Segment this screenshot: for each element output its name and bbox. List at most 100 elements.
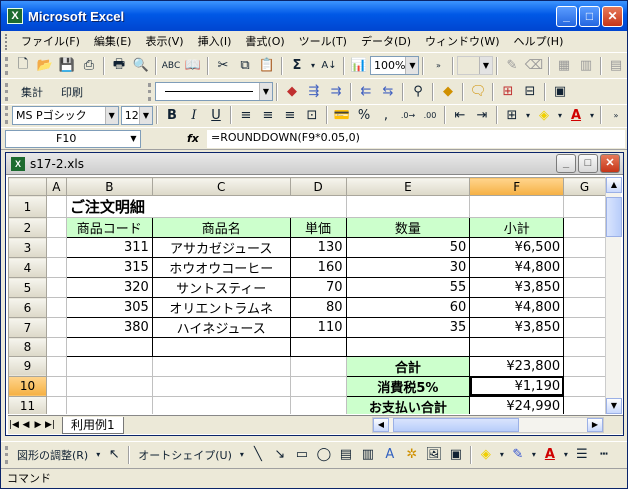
column-header-e[interactable]: E	[345, 177, 471, 196]
audit-icon-3[interactable]: ⇇	[356, 82, 376, 102]
sheet-tab-riyourei1[interactable]: 利用例1	[62, 416, 124, 434]
table-cell[interactable]: 60	[345, 297, 471, 318]
cell[interactable]	[563, 395, 606, 414]
menu-data[interactable]: データ(D)	[354, 31, 418, 53]
chevron-down-icon[interactable]: ▼	[104, 106, 118, 124]
table-cell[interactable]	[65, 337, 153, 357]
autosum-icon[interactable]: Σ	[287, 56, 307, 76]
save-icon[interactable]: 💾	[57, 56, 77, 76]
table-cell[interactable]: 305	[65, 297, 153, 318]
table-cell[interactable]	[345, 337, 471, 357]
cell[interactable]	[45, 297, 67, 318]
menu-edit[interactable]: 編集(E)	[87, 31, 139, 53]
row-header[interactable]: 11	[8, 395, 47, 414]
cell[interactable]	[45, 395, 67, 414]
name-box[interactable]: F10 ▼	[5, 130, 141, 148]
table-column-icon[interactable]: ▥	[576, 56, 596, 76]
vertical-textbox-icon[interactable]: ▥	[358, 445, 378, 465]
select-all-corner[interactable]	[8, 177, 47, 196]
cell[interactable]	[563, 195, 606, 218]
maximize-button[interactable]: □	[579, 6, 600, 27]
ink-eraser-icon[interactable]: ⌫	[524, 56, 544, 76]
cell[interactable]	[563, 355, 606, 377]
table-cell[interactable]: ¥6,500	[469, 237, 565, 258]
menu-window[interactable]: ウィンドウ(W)	[418, 31, 506, 53]
vertical-scroll-thumb[interactable]	[606, 197, 622, 237]
table-cell[interactable]: 380	[65, 317, 153, 338]
trace-precedents-icon[interactable]: ◆	[282, 82, 302, 102]
table-cell[interactable]: 80	[289, 297, 347, 318]
header-cell-code[interactable]: 商品コード	[65, 217, 153, 238]
align-right-icon[interactable]: ≡	[280, 105, 300, 125]
horizontal-scrollbar[interactable]: ◀ ▶	[372, 417, 604, 433]
table-insert-icon[interactable]: ▦	[554, 56, 574, 76]
cell[interactable]	[563, 217, 606, 238]
sheet-title-cell[interactable]: ご注文明細	[65, 195, 291, 218]
table-cell[interactable]	[289, 337, 347, 357]
cell[interactable]	[151, 395, 291, 414]
toolbar-grip-handle[interactable]	[5, 82, 8, 101]
workbook-restore-button[interactable]: □	[578, 154, 598, 173]
tax-label-cell[interactable]: 消費税5%	[345, 375, 471, 397]
table-cell[interactable]: ¥4,800	[469, 297, 565, 318]
toolbar-options-icon[interactable]: »	[606, 105, 626, 125]
remove-arrows-icon[interactable]: ⚲	[408, 82, 428, 102]
percent-button[interactable]: %	[354, 105, 374, 125]
cell[interactable]	[563, 257, 606, 278]
table-cell[interactable]	[151, 337, 291, 357]
column-header-f[interactable]: F	[469, 177, 565, 196]
column-header-d[interactable]: D	[289, 177, 347, 196]
cell[interactable]	[65, 375, 153, 397]
audit-icon-1[interactable]: ⇶	[304, 82, 324, 102]
cell[interactable]	[563, 317, 606, 338]
spelling-icon[interactable]: ABC	[161, 56, 181, 76]
new-document-icon[interactable]: 🗋	[13, 56, 33, 76]
insert-function-button[interactable]: fx	[187, 132, 199, 145]
insatsu-button[interactable]: 印刷	[53, 82, 91, 102]
cell[interactable]	[289, 395, 347, 414]
table-cell[interactable]: 311	[65, 237, 153, 258]
chevron-down-icon[interactable]: ▾	[556, 105, 564, 125]
cell[interactable]	[289, 195, 347, 218]
border-style-select[interactable]: ▼	[155, 82, 273, 101]
table-cell[interactable]: ハイネジュース	[151, 317, 291, 338]
scroll-up-icon[interactable]: ▲	[606, 177, 622, 193]
prev-sheet-icon[interactable]: ◀	[20, 420, 32, 430]
open-folder-icon[interactable]: 📂	[35, 56, 55, 76]
workbook-close-button[interactable]: ✕	[600, 154, 620, 173]
tax-value-cell-selected[interactable]: ¥1,190	[469, 375, 565, 397]
chevron-down-icon[interactable]: ▾	[524, 105, 532, 125]
row-header[interactable]: 6	[8, 297, 47, 318]
table-cell[interactable]: ¥3,850	[469, 277, 565, 298]
cell[interactable]	[469, 195, 565, 218]
chevron-down-icon[interactable]: ▼	[127, 131, 140, 147]
print-preview-icon[interactable]: 🔍	[131, 56, 151, 76]
paste-icon[interactable]: 📋	[257, 56, 277, 76]
row-header[interactable]: 3	[8, 237, 47, 258]
cell[interactable]	[45, 317, 67, 338]
chevron-down-icon[interactable]: ▼	[259, 83, 272, 100]
row-header[interactable]: 9	[8, 355, 47, 377]
table-cell[interactable]: アサカゼジュース	[151, 237, 291, 258]
next-sheet-icon[interactable]: ▶	[32, 420, 44, 430]
cell[interactable]	[45, 277, 67, 298]
help-question-box[interactable]: ▼	[457, 56, 493, 75]
shukei-button[interactable]: 集計	[13, 82, 51, 102]
menu-format[interactable]: 書式(O)	[238, 31, 291, 53]
underline-button[interactable]: U	[206, 105, 226, 125]
workbook-icon[interactable]: X	[11, 156, 25, 171]
spreadsheet-grid[interactable]: A B C D E F G 1 ご注文明細 2 商品コード 商品名 単価 数量 …	[8, 177, 606, 414]
chevron-down-icon[interactable]: ▾	[588, 105, 596, 125]
grand-total-value-cell[interactable]: ¥24,990	[469, 395, 565, 414]
cell[interactable]	[563, 277, 606, 298]
line-style-icon[interactable]: ☰	[572, 445, 592, 465]
scroll-right-icon[interactable]: ▶	[587, 418, 603, 432]
header-cell-price[interactable]: 単価	[289, 217, 347, 238]
watch-window-icon[interactable]: ▣	[550, 82, 570, 102]
column-header-g[interactable]: G	[563, 177, 606, 196]
excel-app-icon[interactable]: X	[7, 8, 23, 24]
currency-icon[interactable]: 💳	[332, 105, 352, 125]
cut-icon[interactable]: ✂	[213, 56, 233, 76]
rectangle-icon[interactable]: ▭	[292, 445, 312, 465]
draw-font-color-button[interactable]: A	[540, 445, 560, 465]
